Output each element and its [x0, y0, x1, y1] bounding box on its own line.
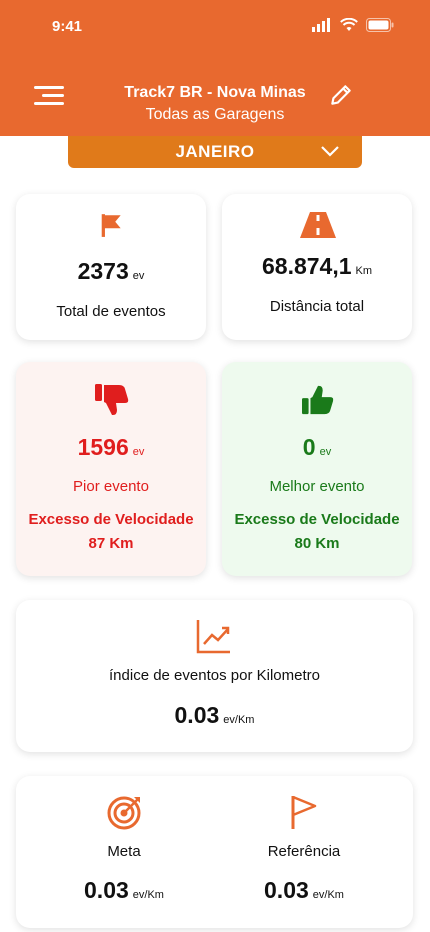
- status-time: 9:41: [52, 18, 83, 35]
- best-event-unit: ev: [319, 446, 332, 458]
- total-distance-card: 68.874,1 Km Distância total: [222, 194, 412, 340]
- battery-icon: [366, 18, 394, 32]
- header-title: Track7 BR - Nova Minas: [124, 84, 306, 101]
- reference-label: Referência: [267, 843, 341, 860]
- flag-icon: [101, 214, 121, 237]
- app-header: 9:41 Track7 BR - Nova Minas Todas as Gar…: [0, 0, 430, 136]
- signal-icon: [312, 18, 330, 32]
- best-event-card: 0 ev Melhor evento Excesso de Velocidade …: [222, 362, 412, 576]
- reference-section: Referência 0.03 ev/Km: [196, 776, 412, 928]
- month-label: JANEIRO: [175, 142, 255, 161]
- events-per-km-label: índice de eventos por Kilometro: [109, 667, 320, 684]
- total-events-unit: ev: [132, 270, 145, 282]
- total-events-value: 2373: [77, 258, 129, 284]
- chevron-down-icon: [321, 146, 339, 157]
- road-icon: [300, 212, 336, 238]
- worst-event-distance: 87 Km: [88, 535, 134, 552]
- worst-event-value-row: 1596 ev: [16, 434, 206, 461]
- total-distance-value: 68.874,1: [261, 253, 352, 279]
- header-subtitle[interactable]: Todas as Garagens: [0, 106, 430, 124]
- worst-event-unit: ev: [132, 446, 145, 458]
- thumbs-up-icon: [302, 385, 334, 415]
- best-event-type: Excesso de Velocidade: [234, 511, 400, 528]
- best-event-label: Melhor evento: [269, 478, 365, 495]
- flag-outline-icon: [291, 795, 317, 829]
- worst-event-card: 1596 ev Pior evento Excesso de Velocidade…: [16, 362, 206, 576]
- edit-icon[interactable]: [328, 82, 354, 108]
- events-per-km-unit: ev/Km: [223, 714, 255, 726]
- meta-value: 0.03: [84, 877, 129, 903]
- events-per-km-value-row: 0.03 ev/Km: [16, 702, 413, 729]
- total-distance-value-row: 68.874,1 Km: [222, 253, 412, 280]
- reference-unit: ev/Km: [312, 889, 344, 901]
- total-distance-unit: Km: [355, 265, 373, 277]
- meta-unit: ev/Km: [132, 889, 164, 901]
- worst-event-value: 1596: [77, 434, 129, 460]
- month-select[interactable]: JANEIRO: [68, 136, 362, 168]
- best-event-value: 0: [302, 434, 316, 460]
- events-per-km-value: 0.03: [174, 702, 220, 728]
- worst-event-type: Excesso de Velocidade: [28, 511, 194, 528]
- worst-event-label: Pior evento: [73, 478, 149, 495]
- thumbs-down-icon: [95, 384, 129, 415]
- total-events-label: Total de eventos: [56, 303, 166, 320]
- wifi-icon: [340, 18, 358, 31]
- best-event-value-row: 0 ev: [222, 434, 412, 461]
- trend-chart-icon: [196, 620, 230, 654]
- reference-value: 0.03: [264, 877, 309, 903]
- events-per-km-card: índice de eventos por Kilometro 0.03 ev/K…: [16, 600, 413, 752]
- best-event-distance: 80 Km: [294, 535, 340, 552]
- reference-value-row: 0.03 ev/Km: [196, 877, 412, 904]
- status-icons: [312, 18, 394, 32]
- total-events-card: 2373 ev Total de eventos: [16, 194, 206, 340]
- meta-reference-card: Meta 0.03 ev/Km Referência 0.03 ev/Km: [16, 776, 413, 928]
- total-events-value-row: 2373 ev: [16, 258, 206, 285]
- total-distance-label: Distância total: [269, 298, 365, 315]
- target-icon: [107, 796, 141, 830]
